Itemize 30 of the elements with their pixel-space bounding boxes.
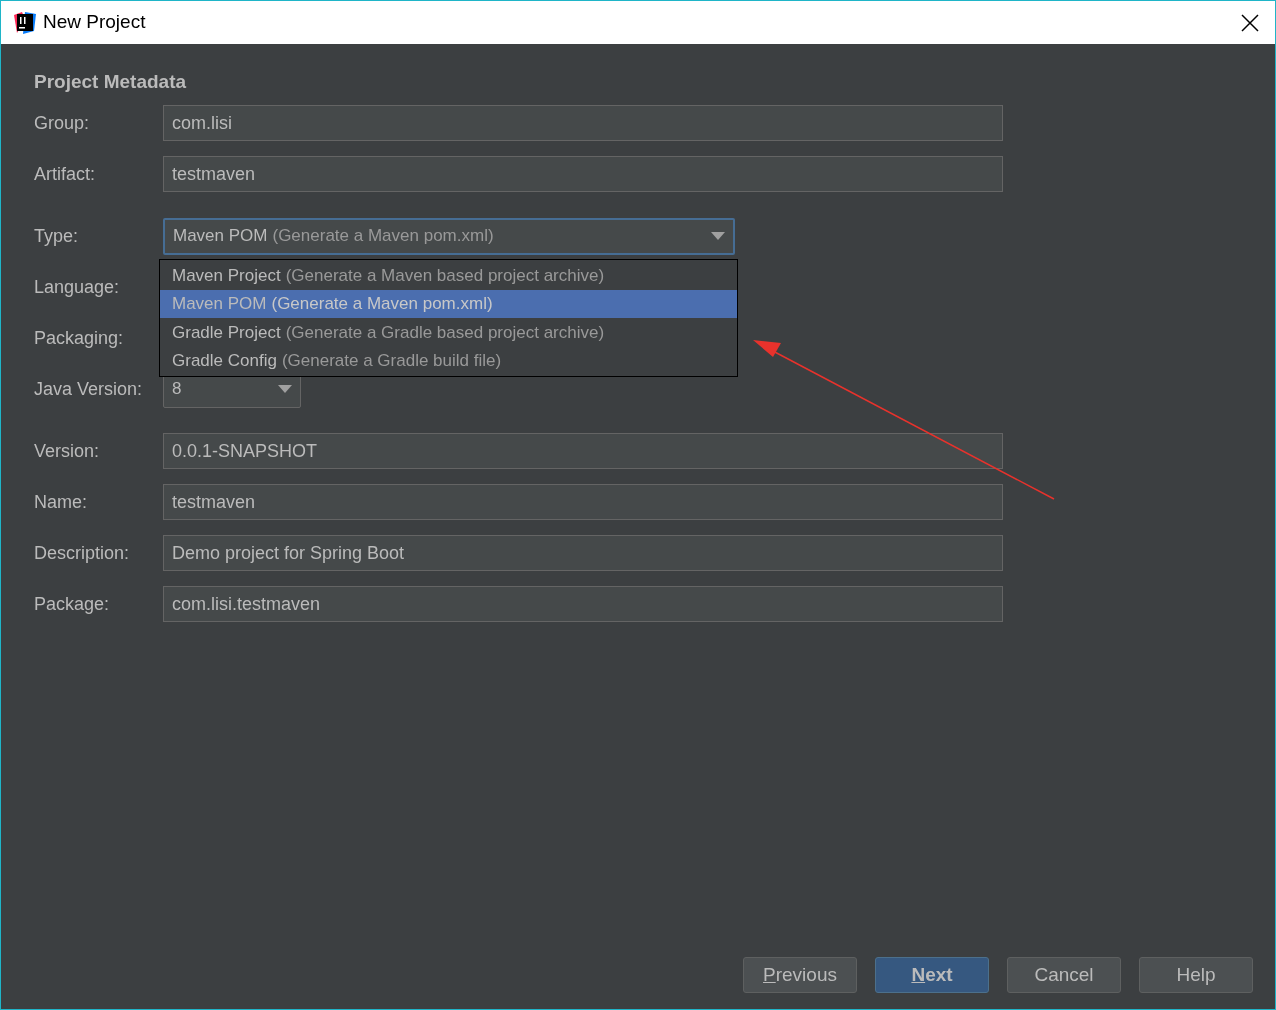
dropdown[interactable]: Maven POM (Generate a Maven pom.xml) [163, 217, 735, 255]
field-label: Group: [34, 111, 91, 135]
window-title: New Project [43, 10, 146, 35]
text-field[interactable]: testmaven [163, 156, 1003, 192]
field-label: Name: [34, 490, 88, 514]
dialog-button[interactable]: Help [1139, 957, 1253, 993]
text-field[interactable]: com.lisi [163, 105, 1003, 141]
section-heading: Project Metadata [34, 70, 188, 94]
dropdown-option[interactable]: Maven POM (Generate a Maven pom.xml) [160, 289, 737, 318]
dropdown-option[interactable]: Gradle Project (Generate a Gradle based project archive) [160, 318, 737, 347]
text-field[interactable]: 0.0.1-SNAPSHOT [163, 433, 1003, 469]
caret-icon [278, 385, 292, 393]
field-label: Package: [34, 592, 111, 616]
text-field[interactable]: testmaven [163, 484, 1003, 520]
close-icon[interactable] [1241, 13, 1259, 32]
text-field[interactable]: Demo project for Spring Boot [163, 535, 1003, 571]
dropdown-option[interactable]: Maven Project (Generate a Maven based project archive) [160, 261, 737, 290]
field-label: Description: [34, 541, 131, 565]
field-label: Version: [34, 439, 101, 463]
app-logo-icon [13, 10, 37, 35]
caret-icon [711, 232, 725, 240]
field-label: Java Version: [34, 377, 144, 401]
dialog-button[interactable]: Cancel [1007, 957, 1121, 993]
field-label: Packaging: [34, 326, 125, 350]
text-field[interactable]: com.lisi.testmaven [163, 586, 1003, 622]
field-label: Language: [34, 275, 121, 299]
field-label: Type: [34, 224, 80, 248]
dialog-button[interactable]: Previous [743, 957, 857, 993]
dialog-button[interactable]: Next [875, 957, 989, 993]
field-label: Artifact: [34, 162, 96, 186]
